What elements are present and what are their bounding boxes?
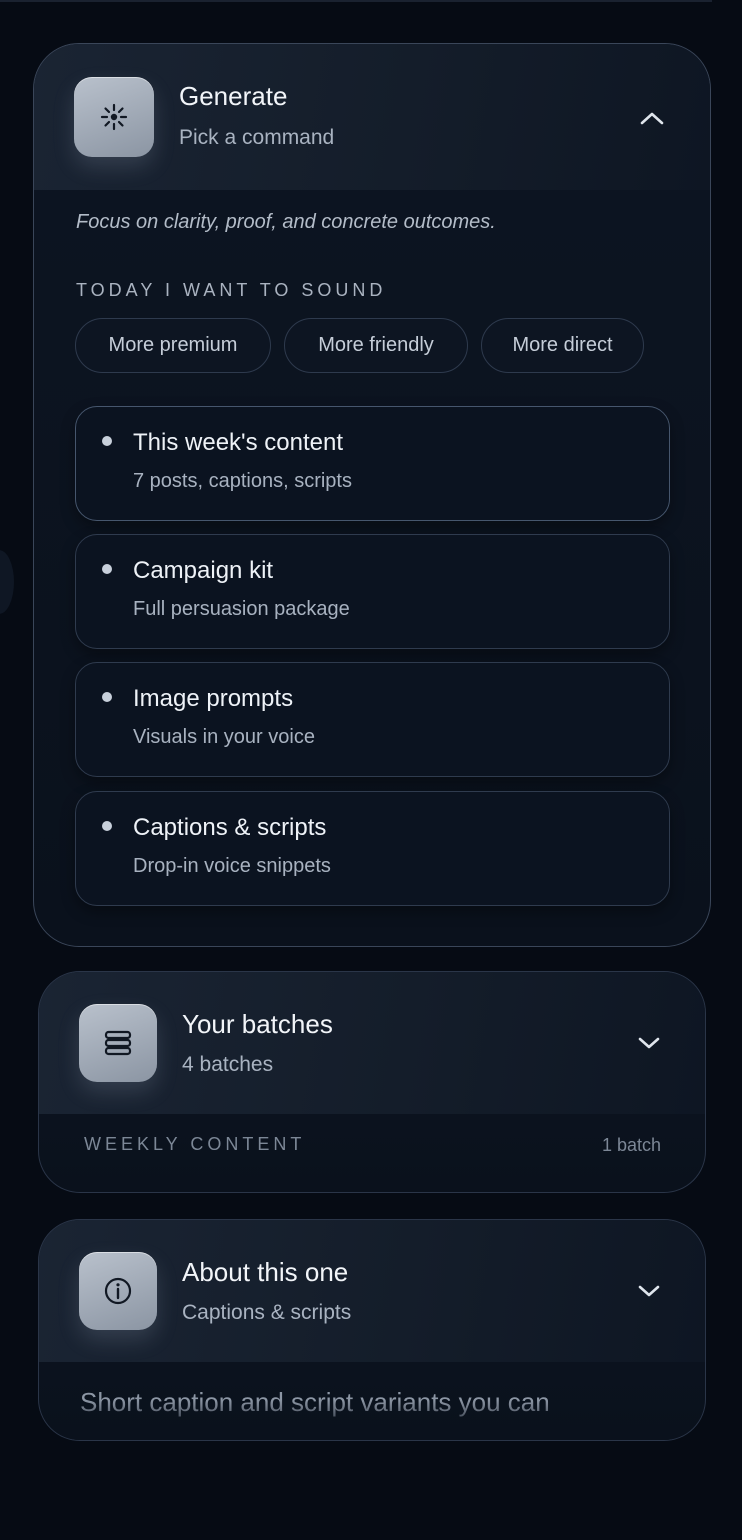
fade-overlay: [39, 1400, 705, 1440]
about-panel: About this one Captions & scripts Short …: [38, 1219, 706, 1441]
tone-label: TODAY I WANT TO SOUND: [76, 280, 387, 300]
bullet-dot: [102, 692, 112, 702]
info-icon: [79, 1252, 157, 1330]
generate-subtitle: Pick a command: [179, 126, 335, 149]
chevron-down-icon[interactable]: [635, 1277, 663, 1305]
batches-subtitle: 4 batches: [182, 1053, 274, 1076]
batches-header[interactable]: Your batches 4 batches: [39, 972, 705, 1114]
generate-header[interactable]: Generate Pick a command: [34, 44, 710, 190]
stack-icon: [79, 1004, 157, 1082]
chevron-down-icon[interactable]: [635, 1029, 663, 1057]
bullet-dot: [102, 436, 112, 446]
generate-intro: Focus on clarity, proof, and concrete ou…: [76, 211, 496, 233]
batches-panel: Your batches 4 batches WEEKLY CONTENT 1 …: [38, 971, 706, 1193]
about-subtitle: Captions & scripts: [182, 1301, 352, 1324]
batches-title: Your batches: [182, 1009, 333, 1039]
tone-chip-friendly[interactable]: More friendly: [284, 318, 468, 373]
command-card-weekly-content[interactable]: This week's content 7 posts, captions, s…: [75, 406, 670, 521]
batch-section-label: WEEKLY CONTENT: [84, 1134, 306, 1154]
command-card-image-prompts[interactable]: Image prompts Visuals in your voice: [75, 662, 670, 777]
command-subtitle: Drop-in voice snippets: [133, 855, 331, 877]
command-title: Campaign kit: [133, 557, 274, 584]
command-title: Captions & scripts: [133, 814, 327, 841]
command-subtitle: Visuals in your voice: [133, 726, 315, 748]
command-title: This week's content: [133, 429, 344, 456]
sparkle-icon: [74, 77, 154, 157]
command-card-captions-scripts[interactable]: Captions & scripts Drop-in voice snippet…: [75, 791, 670, 906]
bullet-dot: [102, 821, 112, 831]
command-subtitle: 7 posts, captions, scripts: [133, 470, 352, 492]
batch-section-count: 1 batch: [601, 1135, 661, 1155]
side-scroll-handle[interactable]: [0, 550, 14, 614]
tone-chip-premium[interactable]: More premium: [75, 318, 271, 373]
about-header[interactable]: About this one Captions & scripts: [39, 1220, 705, 1362]
tone-chip-direct[interactable]: More direct: [481, 318, 644, 373]
generate-panel: Generate Pick a command Focus on clarity…: [33, 43, 711, 947]
generate-title: Generate: [179, 81, 288, 111]
bullet-dot: [102, 564, 112, 574]
top-divider: [0, 0, 712, 2]
about-title: About this one: [182, 1257, 349, 1287]
command-card-campaign-kit[interactable]: Campaign kit Full persuasion package: [75, 534, 670, 649]
command-title: Image prompts: [133, 685, 294, 712]
chevron-up-icon[interactable]: [638, 104, 666, 132]
command-subtitle: Full persuasion package: [133, 598, 350, 620]
